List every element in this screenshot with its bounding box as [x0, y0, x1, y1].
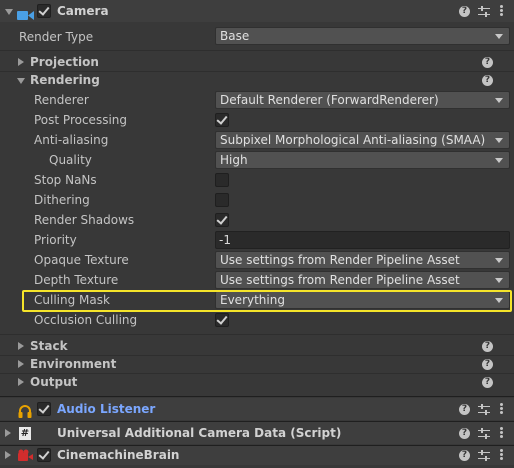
post-processing-checkbox[interactable] [215, 113, 229, 127]
stack-section-header[interactable]: Stack ? [0, 337, 514, 355]
cinemachine-foldout-icon[interactable] [5, 451, 11, 459]
chevron-down-icon [495, 278, 503, 283]
help-icon[interactable]: ? [459, 450, 470, 461]
help-icon[interactable]: ? [482, 341, 493, 352]
cinemachine-brain-enabled-checkbox[interactable] [37, 448, 51, 462]
renderer-label: Renderer [34, 93, 89, 107]
script-hash-icon: # [19, 427, 31, 440]
presets-icon[interactable] [478, 6, 490, 17]
stop-nans-checkbox[interactable] [215, 173, 229, 187]
environment-section-title: Environment [30, 357, 117, 371]
occlusion-culling-checkbox[interactable] [215, 313, 229, 327]
rendering-section-header[interactable]: Rendering ? [0, 71, 514, 89]
help-icon[interactable]: ? [482, 57, 493, 68]
post-processing-label: Post Processing [34, 113, 127, 127]
projection-foldout-icon[interactable] [18, 58, 24, 66]
kebab-menu-icon[interactable] [500, 5, 503, 17]
rendering-section-title: Rendering [30, 73, 100, 87]
depth-texture-value: Use settings from Render Pipeline Asset [220, 273, 460, 287]
output-section-title: Output [30, 375, 78, 389]
priority-input[interactable]: -1 [215, 231, 510, 249]
camera-data-title: Universal Additional Camera Data (Script… [57, 426, 342, 440]
projection-section-header[interactable]: Projection ? [0, 53, 514, 71]
quality-label: Quality [49, 153, 92, 167]
kebab-menu-icon[interactable] [500, 427, 503, 439]
camera-data-component-header[interactable]: # Universal Additional Camera Data (Scri… [0, 422, 514, 444]
camera-enabled-checkbox[interactable] [37, 4, 51, 18]
camera-component-header[interactable]: Camera ? [0, 0, 514, 22]
audio-listener-enabled-checkbox[interactable] [37, 402, 51, 416]
environment-foldout-icon[interactable] [18, 360, 24, 368]
divider [0, 396, 514, 397]
audio-listener-title: Audio Listener [57, 402, 156, 416]
chevron-down-icon [495, 98, 503, 103]
quality-value: High [220, 153, 248, 167]
camera-foldout-arrow-icon[interactable] [5, 9, 13, 15]
stop-nans-label: Stop NaNs [34, 173, 97, 187]
opaque-texture-label: Opaque Texture [34, 253, 129, 267]
camera-data-foldout-icon[interactable] [5, 429, 11, 437]
stack-foldout-icon[interactable] [18, 342, 24, 350]
priority-label: Priority [34, 233, 77, 247]
help-icon[interactable]: ? [459, 404, 470, 415]
render-type-value: Base [220, 29, 250, 43]
camera-title: Camera [57, 4, 109, 18]
renderer-value: Default Renderer (ForwardRenderer) [220, 93, 439, 107]
render-type-label: Render Type [19, 30, 94, 44]
renderer-dropdown[interactable]: Default Renderer (ForwardRenderer) [215, 91, 510, 109]
environment-section-header[interactable]: Environment ? [0, 355, 514, 373]
presets-icon[interactable] [478, 404, 490, 415]
headphones-icon [18, 403, 32, 418]
cinemachine-icon [18, 449, 33, 462]
render-shadows-checkbox[interactable] [215, 213, 229, 227]
culling-mask-highlight [22, 290, 512, 312]
chevron-down-icon [495, 138, 503, 143]
occlusion-culling-label: Occlusion Culling [34, 313, 138, 327]
render-shadows-label: Render Shadows [34, 213, 135, 227]
output-section-header[interactable]: Output ? [0, 373, 514, 391]
camera-icon [17, 6, 35, 20]
help-icon[interactable]: ? [482, 377, 493, 388]
presets-icon[interactable] [478, 428, 490, 439]
depth-texture-label: Depth Texture [34, 273, 119, 287]
help-icon[interactable]: ? [482, 75, 493, 86]
opaque-texture-value: Use settings from Render Pipeline Asset [220, 253, 460, 267]
presets-icon[interactable] [478, 450, 490, 461]
kebab-menu-icon[interactable] [500, 403, 503, 415]
output-foldout-icon[interactable] [18, 378, 24, 386]
dithering-checkbox[interactable] [215, 193, 229, 207]
anti-aliasing-label: Anti-aliasing [34, 133, 109, 147]
kebab-menu-icon[interactable] [500, 449, 503, 461]
stack-section-title: Stack [30, 339, 68, 353]
divider [0, 50, 514, 51]
depth-texture-dropdown[interactable]: Use settings from Render Pipeline Asset [215, 271, 510, 289]
dithering-label: Dithering [34, 193, 90, 207]
anti-aliasing-dropdown[interactable]: Subpixel Morphological Anti-aliasing (SM… [215, 131, 510, 149]
opaque-texture-dropdown[interactable]: Use settings from Render Pipeline Asset [215, 251, 510, 269]
render-type-dropdown[interactable]: Base [215, 27, 510, 45]
chevron-down-icon [495, 158, 503, 163]
audio-listener-component-header[interactable]: Audio Listener ? [0, 398, 514, 420]
cinemachine-brain-title: CinemachineBrain [57, 448, 180, 462]
chevron-down-icon [495, 34, 503, 39]
rendering-foldout-icon[interactable] [17, 78, 25, 84]
cinemachine-brain-component-header[interactable]: CinemachineBrain ? [0, 446, 514, 465]
help-icon[interactable]: ? [482, 359, 493, 370]
projection-section-title: Projection [30, 55, 99, 69]
quality-dropdown[interactable]: High [215, 151, 510, 169]
anti-aliasing-value: Subpixel Morphological Anti-aliasing (SM… [220, 133, 486, 147]
chevron-down-icon [495, 258, 503, 263]
divider [0, 334, 514, 335]
help-icon[interactable]: ? [459, 428, 470, 439]
help-icon[interactable]: ? [459, 6, 470, 17]
